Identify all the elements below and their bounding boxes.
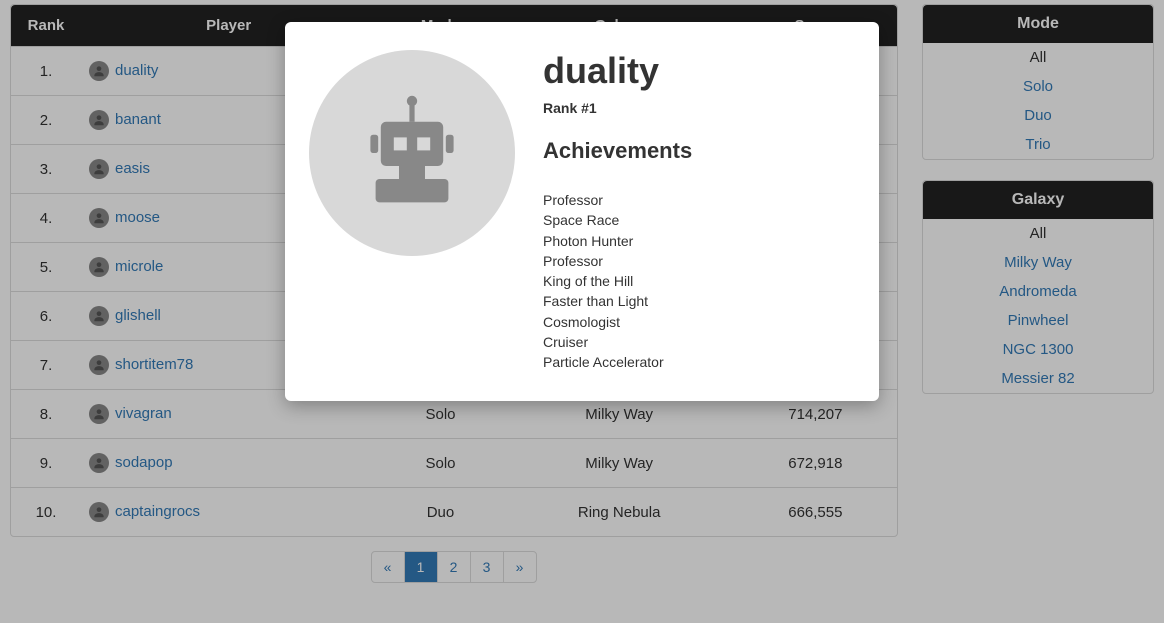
user-icon <box>89 159 109 179</box>
rank-cell: 6. <box>11 292 81 341</box>
user-icon <box>89 502 109 522</box>
rank-cell: 10. <box>11 488 81 537</box>
profile-rank: Rank #1 <box>543 100 851 116</box>
galaxy-cell: Ring Nebula <box>505 488 734 537</box>
player-link[interactable]: banant <box>115 111 161 128</box>
rank-cell: 5. <box>11 243 81 292</box>
rank-cell: 2. <box>11 96 81 145</box>
rank-cell: 8. <box>11 390 81 439</box>
filter-item[interactable]: All <box>923 219 1153 248</box>
table-row: 9. sodapop SoloMilky Way672,918 <box>11 439 897 488</box>
player-profile-popover: duality Rank #1 Achievements ProfessorSp… <box>285 22 879 401</box>
mode-filter-panel: Mode AllSoloDuoTrio <box>922 4 1154 160</box>
achievement-item: Photon Hunter <box>543 231 851 251</box>
score-cell: 672,918 <box>734 439 897 488</box>
filter-item[interactable]: Andromeda <box>923 277 1153 306</box>
profile-avatar <box>309 50 515 256</box>
rank-cell: 7. <box>11 341 81 390</box>
achievement-item: Professor <box>543 190 851 210</box>
achievement-item: Professor <box>543 251 851 271</box>
player-link[interactable]: glishell <box>115 307 161 324</box>
page-1[interactable]: 1 <box>404 551 438 583</box>
player-link[interactable]: vivagran <box>115 405 172 422</box>
profile-name: duality <box>543 50 851 92</box>
galaxy-filter-panel: Galaxy AllMilky WayAndromedaPinwheelNGC … <box>922 180 1154 394</box>
user-icon <box>89 208 109 228</box>
achievements-heading: Achievements <box>543 138 851 164</box>
filter-item[interactable]: Pinwheel <box>923 306 1153 335</box>
col-rank: Rank <box>11 5 81 47</box>
user-icon <box>89 404 109 424</box>
player-link[interactable]: duality <box>115 62 158 79</box>
achievement-item: King of the Hill <box>543 271 851 291</box>
filter-item[interactable]: Solo <box>923 72 1153 101</box>
mode-cell: Solo <box>376 439 504 488</box>
achievement-item: Faster than Light <box>543 291 851 311</box>
filter-item[interactable]: Milky Way <box>923 248 1153 277</box>
user-icon <box>89 110 109 130</box>
rank-cell: 9. <box>11 439 81 488</box>
pagination: « 1 2 3 » <box>10 551 898 583</box>
player-link[interactable]: microle <box>115 258 163 275</box>
achievement-item: Cruiser <box>543 332 851 352</box>
page-2[interactable]: 2 <box>437 551 471 583</box>
mode-cell: Duo <box>376 488 504 537</box>
score-cell: 666,555 <box>734 488 897 537</box>
rank-cell: 1. <box>11 47 81 96</box>
achievement-item: Particle Accelerator <box>543 352 851 372</box>
page-prev[interactable]: « <box>371 551 405 583</box>
filter-item[interactable]: Trio <box>923 130 1153 159</box>
achievement-item: Space Race <box>543 210 851 230</box>
page-3[interactable]: 3 <box>470 551 504 583</box>
player-cell: sodapop <box>81 439 376 488</box>
user-icon <box>89 257 109 277</box>
player-link[interactable]: moose <box>115 209 160 226</box>
achievement-item: Cosmologist <box>543 312 851 332</box>
filter-item[interactable]: All <box>923 43 1153 72</box>
user-icon <box>89 61 109 81</box>
robot-icon <box>347 88 477 218</box>
filter-item[interactable]: Duo <box>923 101 1153 130</box>
player-link[interactable]: easis <box>115 160 150 177</box>
rank-cell: 4. <box>11 194 81 243</box>
filter-item[interactable]: NGC 1300 <box>923 335 1153 364</box>
achievements-list: ProfessorSpace RacePhoton HunterProfesso… <box>543 190 851 373</box>
galaxy-filter-title: Galaxy <box>923 181 1153 219</box>
user-icon <box>89 453 109 473</box>
table-row: 10. captaingrocs DuoRing Nebula666,555 <box>11 488 897 537</box>
player-link[interactable]: captaingrocs <box>115 503 200 520</box>
rank-cell: 3. <box>11 145 81 194</box>
player-cell: captaingrocs <box>81 488 376 537</box>
user-icon <box>89 355 109 375</box>
player-link[interactable]: shortitem78 <box>115 356 193 373</box>
user-icon <box>89 306 109 326</box>
page-next[interactable]: » <box>503 551 537 583</box>
player-link[interactable]: sodapop <box>115 454 173 471</box>
mode-filter-title: Mode <box>923 5 1153 43</box>
filter-item[interactable]: Messier 82 <box>923 364 1153 393</box>
galaxy-cell: Milky Way <box>505 439 734 488</box>
